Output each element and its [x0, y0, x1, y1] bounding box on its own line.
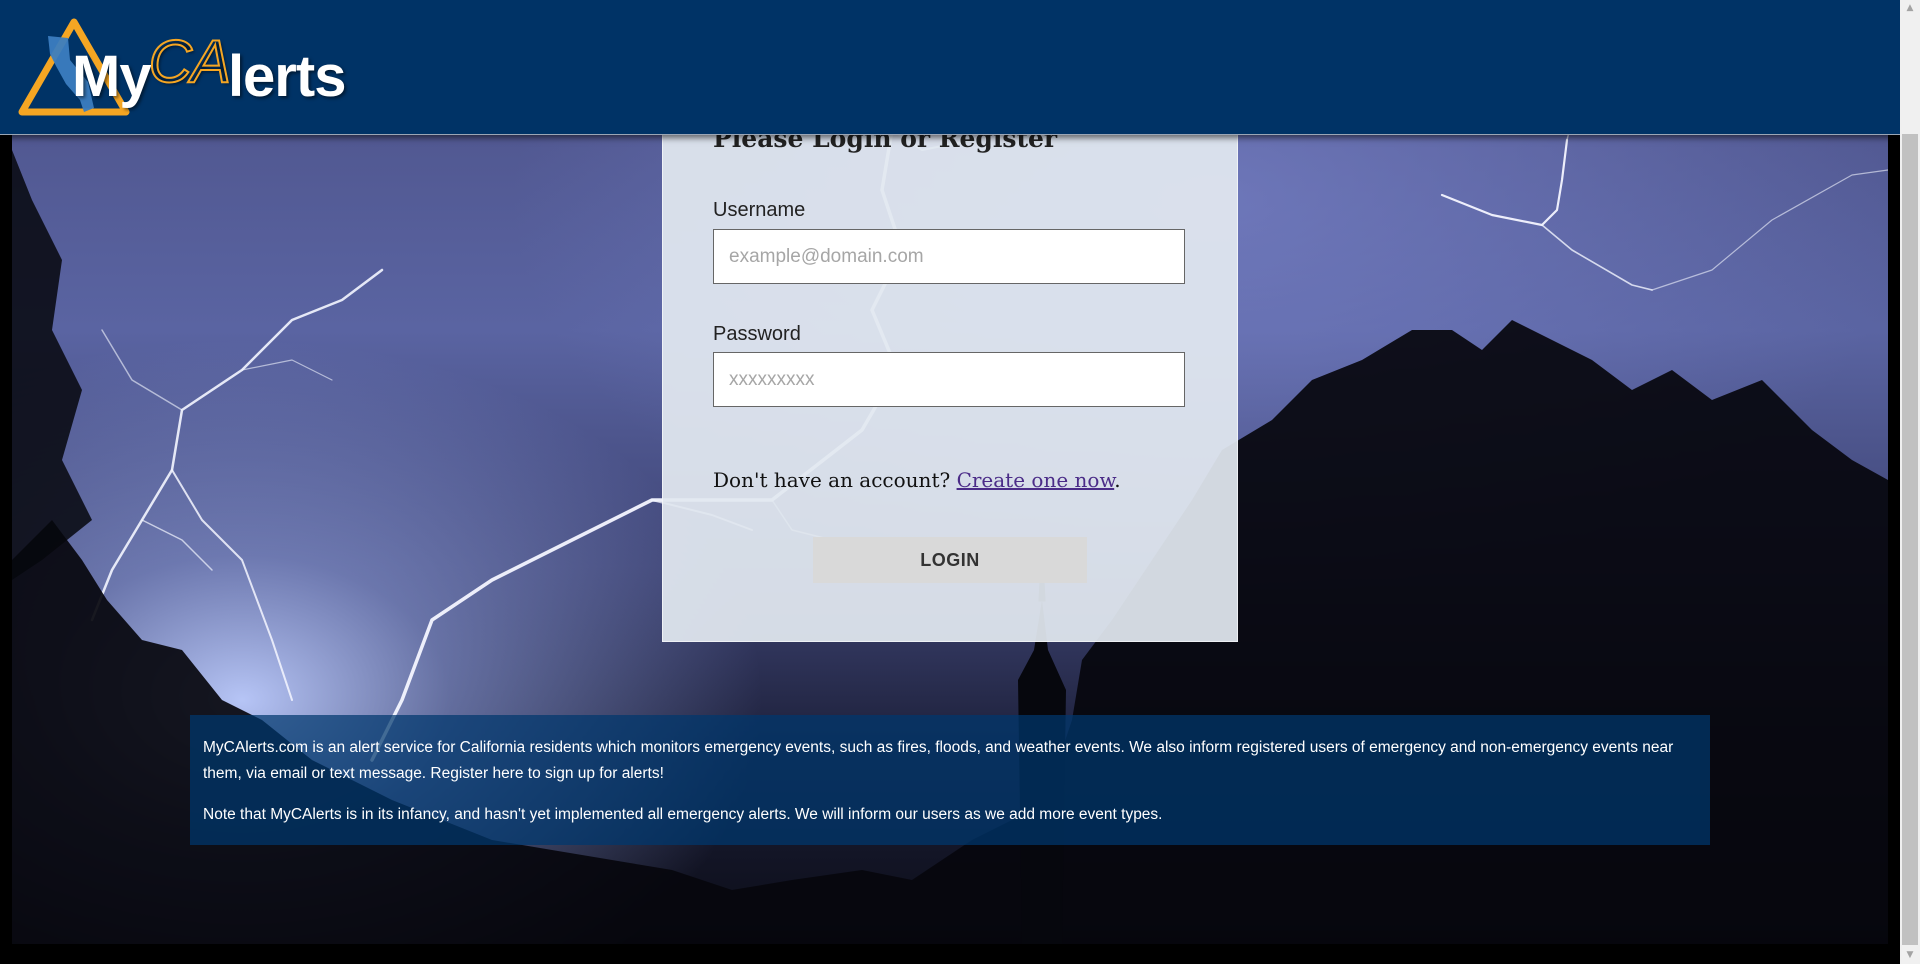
- login-panel: Please Login or Register Username Passwo…: [662, 100, 1238, 642]
- create-account-link[interactable]: Create one now: [957, 468, 1115, 492]
- mycalerts-logo[interactable]: MyCAlerts: [16, 16, 346, 120]
- username-label: Username: [713, 199, 806, 221]
- bottom-band: [0, 944, 1900, 964]
- username-input[interactable]: [713, 229, 1185, 284]
- page-viewport: MyCAlerts Please Login or Register Usern…: [0, 0, 1900, 964]
- login-button[interactable]: LOGIN: [813, 537, 1087, 583]
- scroll-up-icon[interactable]: ▲: [1900, 0, 1920, 17]
- site-header: MyCAlerts: [0, 0, 1900, 135]
- register-prompt-text: Don't have an account?: [713, 468, 951, 492]
- scroll-thumb[interactable]: [1902, 134, 1918, 945]
- logo-text-ca: CA: [148, 28, 232, 95]
- password-label: Password: [713, 323, 801, 345]
- about-info-box: MyCAlerts.com is an alert service for Ca…: [190, 715, 1710, 845]
- vertical-scrollbar[interactable]: ▲ ▼: [1900, 0, 1920, 964]
- logo-wordmark: MyCAlerts: [72, 31, 347, 109]
- register-prompt: Don't have an account? Create one now.: [713, 468, 1121, 492]
- infancy-note-paragraph: Note that MyCAlerts is in its infancy, a…: [203, 806, 1163, 823]
- logo-text-alerts: lerts: [227, 44, 347, 109]
- logo-text-my: My: [72, 44, 152, 109]
- scroll-down-icon[interactable]: ▼: [1900, 947, 1920, 964]
- register-suffix: .: [1114, 468, 1121, 492]
- about-paragraph: MyCAlerts.com is an alert service for Ca…: [203, 739, 1674, 782]
- password-input[interactable]: [713, 352, 1185, 407]
